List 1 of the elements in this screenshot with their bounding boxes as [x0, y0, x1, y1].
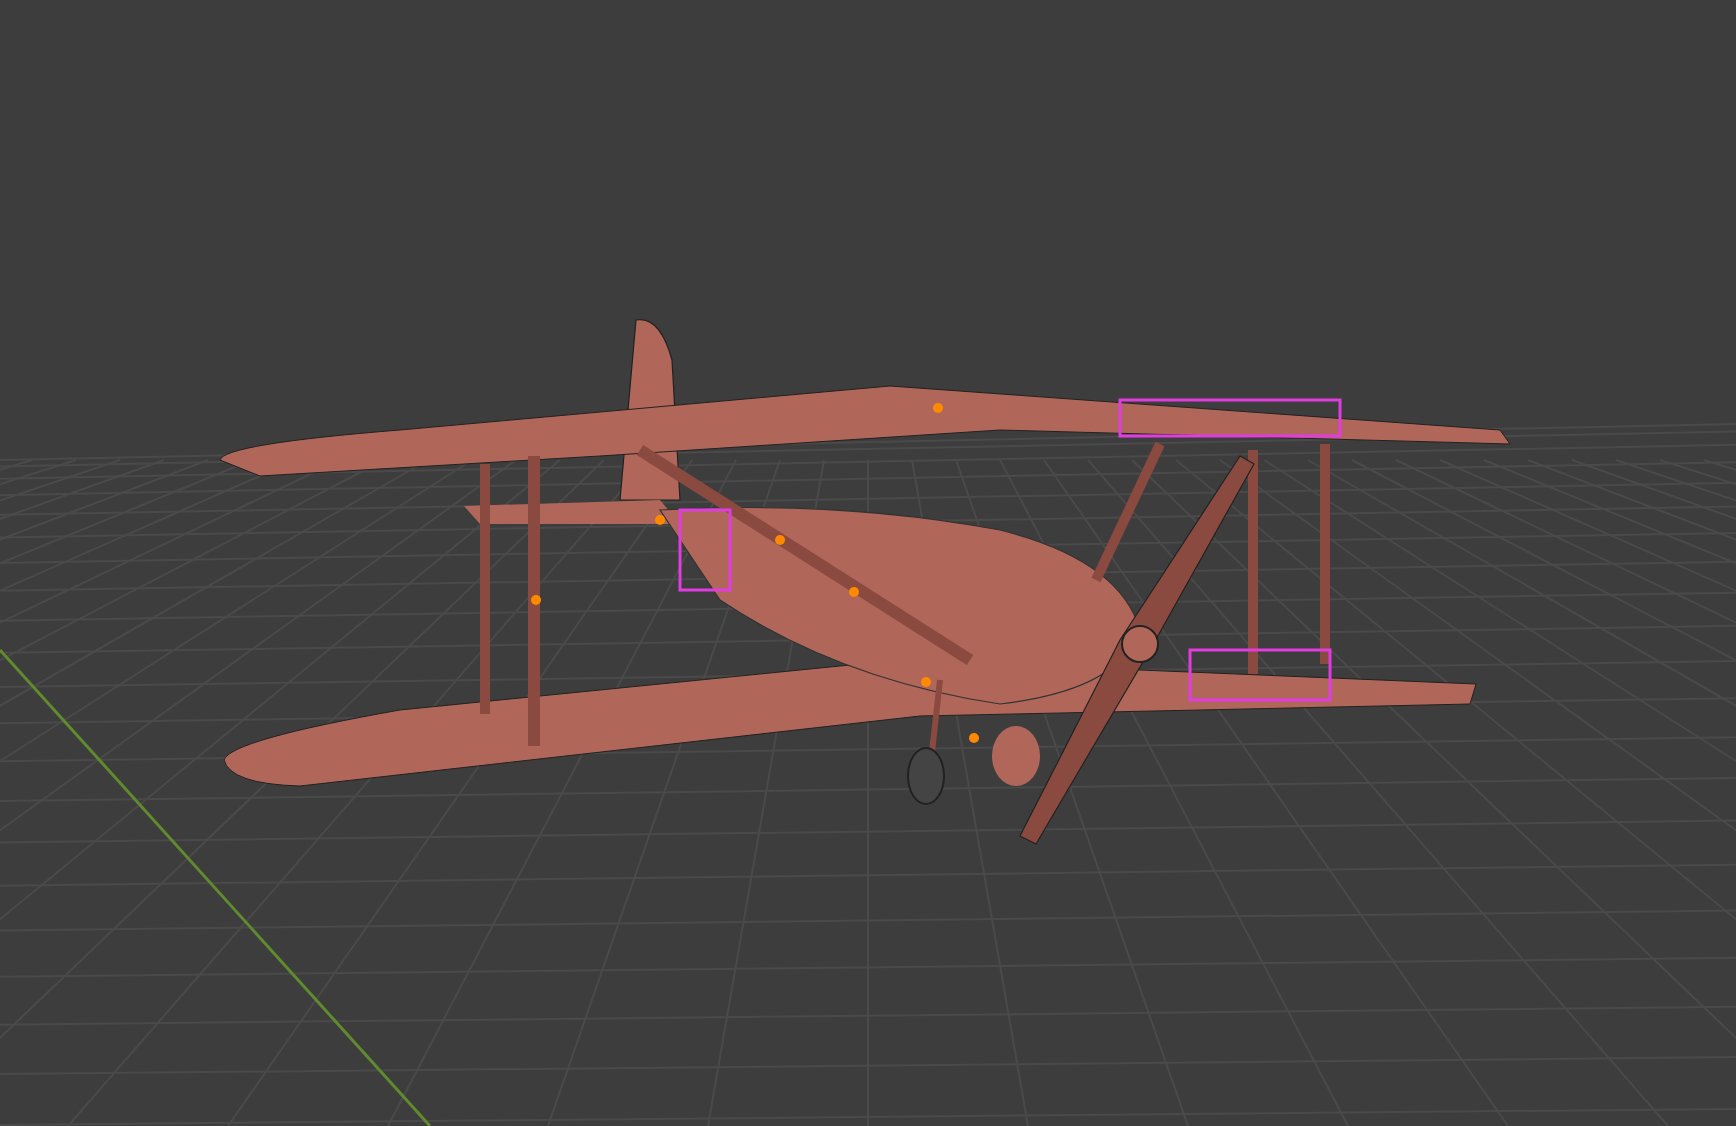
biplane-drawing[interactable]: [219, 319, 1511, 845]
